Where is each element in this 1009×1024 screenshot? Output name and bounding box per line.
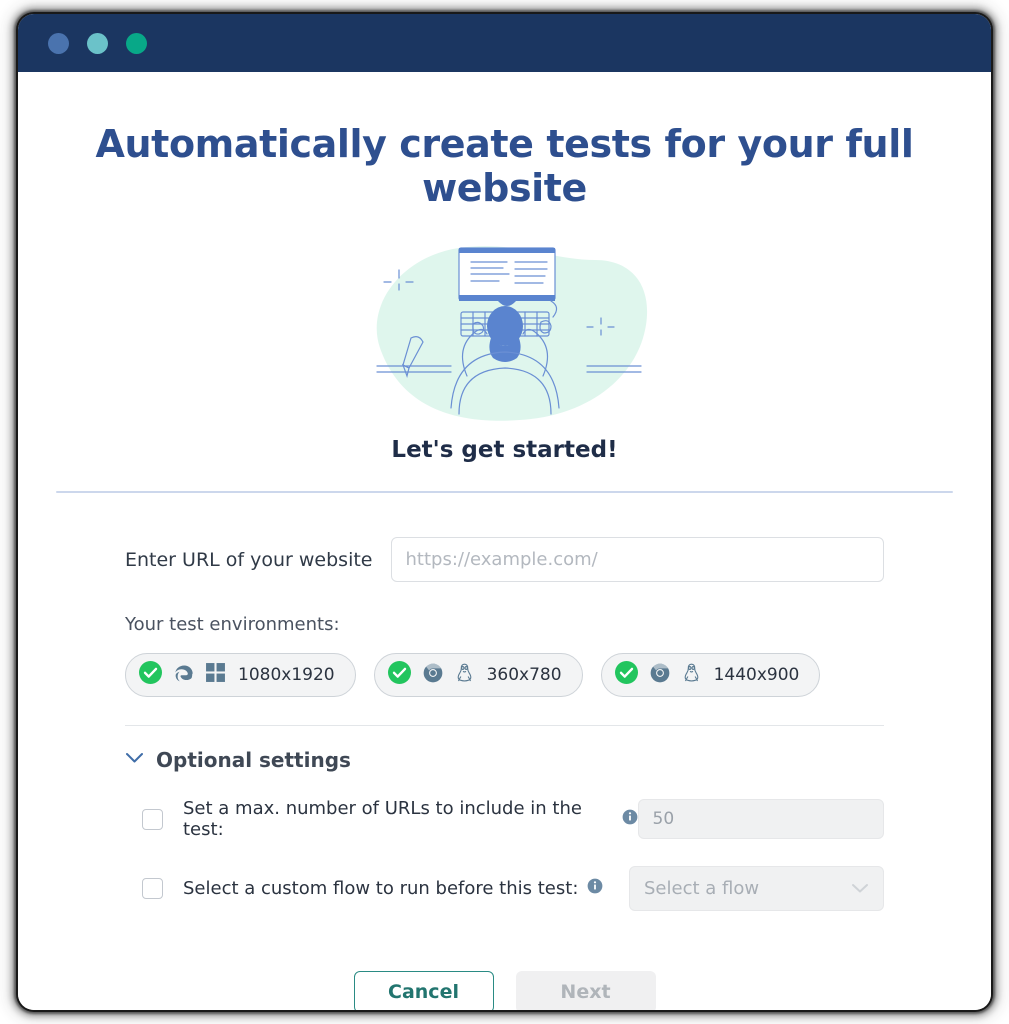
check-circle-icon	[387, 660, 412, 690]
environments-label: Your test environments:	[125, 614, 340, 635]
chrome-icon	[649, 662, 671, 689]
max-urls-field-wrap	[637, 799, 884, 839]
page-title: Automatically create tests for your full…	[95, 122, 914, 210]
max-urls-label: Set a max. number of URLs to include in …	[183, 798, 638, 840]
info-icon[interactable]	[587, 878, 603, 899]
section-divider-optional	[125, 725, 884, 726]
setup-form: Enter URL of your website Your test envi…	[18, 537, 991, 697]
environment-chip[interactable]: 360x780	[373, 653, 583, 697]
chevron-down-icon	[851, 878, 869, 899]
linux-icon	[681, 662, 702, 689]
optional-settings-toggle[interactable]: Optional settings	[125, 748, 884, 772]
info-icon[interactable]	[622, 809, 638, 830]
environment-chip[interactable]: 1080x1920	[125, 653, 356, 697]
environment-resolution: 1440x900	[713, 665, 800, 685]
wizard-footer: Cancel Next	[125, 971, 884, 1010]
titlebar-dot-teal[interactable]	[87, 32, 108, 54]
window-titlebar	[18, 14, 991, 72]
max-urls-label-text: Set a max. number of URLs to include in …	[183, 798, 582, 840]
environment-resolution: 360x780	[486, 665, 562, 685]
windows-icon	[205, 662, 226, 688]
page-subtitle: Let's get started!	[391, 437, 618, 463]
titlebar-dot-green[interactable]	[126, 32, 147, 54]
custom-flow-select-value: Select a flow	[644, 878, 760, 899]
optional-row-max-urls: Set a max. number of URLs to include in …	[125, 798, 884, 840]
custom-flow-select[interactable]: Select a flow	[629, 866, 884, 911]
chevron-down-icon	[125, 751, 144, 769]
environment-chip[interactable]: 1440x900	[600, 653, 821, 697]
max-urls-input[interactable]	[637, 799, 884, 839]
screenshot-root: Automatically create tests for your full…	[0, 0, 1009, 1024]
browser-window: Automatically create tests for your full…	[18, 14, 991, 1010]
optional-settings-title: Optional settings	[156, 748, 351, 772]
section-divider-top	[56, 491, 953, 493]
url-field-row: Enter URL of your website	[125, 537, 884, 582]
max-urls-checkbox[interactable]	[142, 808, 163, 830]
titlebar-dot-blue[interactable]	[48, 32, 69, 54]
optional-settings-section: Optional settings Set a max. number of U…	[18, 748, 991, 1010]
custom-flow-label: Select a custom flow to run before this …	[183, 878, 603, 899]
chrome-icon	[422, 662, 444, 689]
custom-flow-field-wrap: Select a flow	[629, 866, 884, 911]
next-button[interactable]: Next	[515, 971, 656, 1010]
linux-icon	[454, 662, 475, 689]
window-content: Automatically create tests for your full…	[18, 72, 991, 1010]
environments-list: 1080x1920 360x780 1440x900	[125, 653, 884, 697]
person-at-computer-illustration	[18, 226, 991, 431]
check-circle-icon	[614, 660, 639, 690]
environment-resolution: 1080x1920	[238, 665, 335, 685]
custom-flow-checkbox[interactable]	[142, 878, 163, 899]
optional-row-custom-flow: Select a custom flow to run before this …	[125, 866, 884, 911]
custom-flow-label-text: Select a custom flow to run before this …	[183, 878, 579, 899]
check-circle-icon	[138, 660, 163, 690]
url-field-label: Enter URL of your website	[125, 548, 373, 571]
website-url-input[interactable]	[390, 537, 884, 582]
edge-icon	[173, 662, 195, 689]
cancel-button[interactable]: Cancel	[353, 971, 494, 1010]
